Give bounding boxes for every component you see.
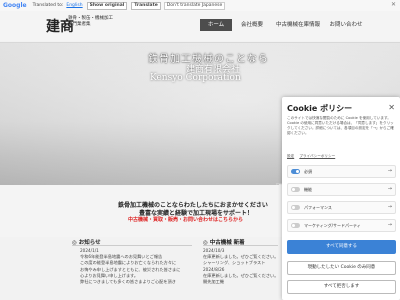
reject-all-button[interactable]: すべて拒否します	[287, 280, 396, 294]
close-icon[interactable]: ✕	[388, 103, 395, 112]
target-language-link[interactable]: English	[66, 3, 82, 8]
stock-divider	[203, 245, 278, 246]
dont-translate-option[interactable]: Don't translate Japanese	[163, 1, 226, 10]
toggle-switch[interactable]	[291, 205, 300, 210]
news-divider	[72, 245, 192, 246]
privacy-policy-link[interactable]: プライバシーポリシー	[299, 154, 335, 158]
cookie-description: このサイトでは快適な閲覧のために Cookie を使用しています。Cookie …	[287, 116, 394, 135]
toggle-switch[interactable]	[291, 223, 300, 228]
accept-all-button[interactable]: すべて同意する	[287, 240, 396, 254]
translate-button[interactable]: Translate	[131, 1, 161, 10]
arrow-right-icon[interactable]: →	[388, 184, 392, 195]
list-item: この度の能登半島地震によりお亡くなられた方々に	[80, 260, 177, 266]
toggle-switch[interactable]	[291, 187, 300, 192]
cookie-category-required[interactable]: 必須 →	[287, 165, 396, 178]
intro-contact-link[interactable]: 中古機械・買取・販売・お問い合わせはこちらから	[128, 216, 243, 223]
arrow-right-icon[interactable]: →	[388, 220, 392, 231]
google-logo: Google	[3, 2, 27, 9]
hero-english-name: Kensyo Corporation	[150, 73, 241, 83]
close-translate-icon[interactable]: ✕	[391, 1, 396, 8]
nav-contact[interactable]: お問い合わせ	[326, 19, 366, 31]
accept-required-button[interactable]: 現動したしたい Cookie のみ同意	[287, 261, 396, 275]
logo-subtitle: 鉄骨・製缶・機械加工 専門業者集	[68, 16, 113, 27]
translated-to-label: Translated to:	[32, 3, 64, 8]
cookie-policy-dialog: Cookie ポリシー ✕ このサイトでは快適な閲覧のために Cookie を使…	[282, 97, 400, 300]
show-original-button[interactable]: Show original	[86, 1, 128, 10]
cookie-category-performance[interactable]: パフォーマンス →	[287, 201, 396, 214]
toggle-switch[interactable]	[291, 169, 300, 174]
cookie-category-marketing[interactable]: マーケティング/サードパーティ →	[287, 219, 396, 232]
list-item: 弊社につきましても多くの皆さまよりご心配を頂き	[80, 279, 176, 285]
nav-company[interactable]: 会社概要	[234, 19, 270, 31]
cookie-dialog-title: Cookie ポリシー	[287, 104, 353, 113]
cookie-category-functional[interactable]: 機能 →	[287, 183, 396, 196]
list-item: 開先加工機	[203, 279, 224, 285]
nav-home[interactable]: ホーム	[200, 19, 232, 31]
arrow-right-icon[interactable]: →	[388, 202, 392, 213]
arrow-right-icon[interactable]: →	[388, 166, 392, 177]
settings-link[interactable]: 設定	[287, 154, 294, 158]
news-list: 2024/1/1 令和6年能登半島地震へのお見舞いとご報告 この度の能登半島地震…	[80, 248, 180, 285]
stock-list: 2024/10/3 在庫更新しました。ぜひご覧ください。 シャーリング、ショット…	[203, 248, 278, 285]
list-item: お悔やみ申し上げますとともに、被災された皆さまに	[80, 266, 181, 272]
nav-used-machines[interactable]: 中古機械在庫情報	[272, 19, 324, 31]
cookie-links: 設定 プライバシーポリシー	[287, 154, 339, 159]
